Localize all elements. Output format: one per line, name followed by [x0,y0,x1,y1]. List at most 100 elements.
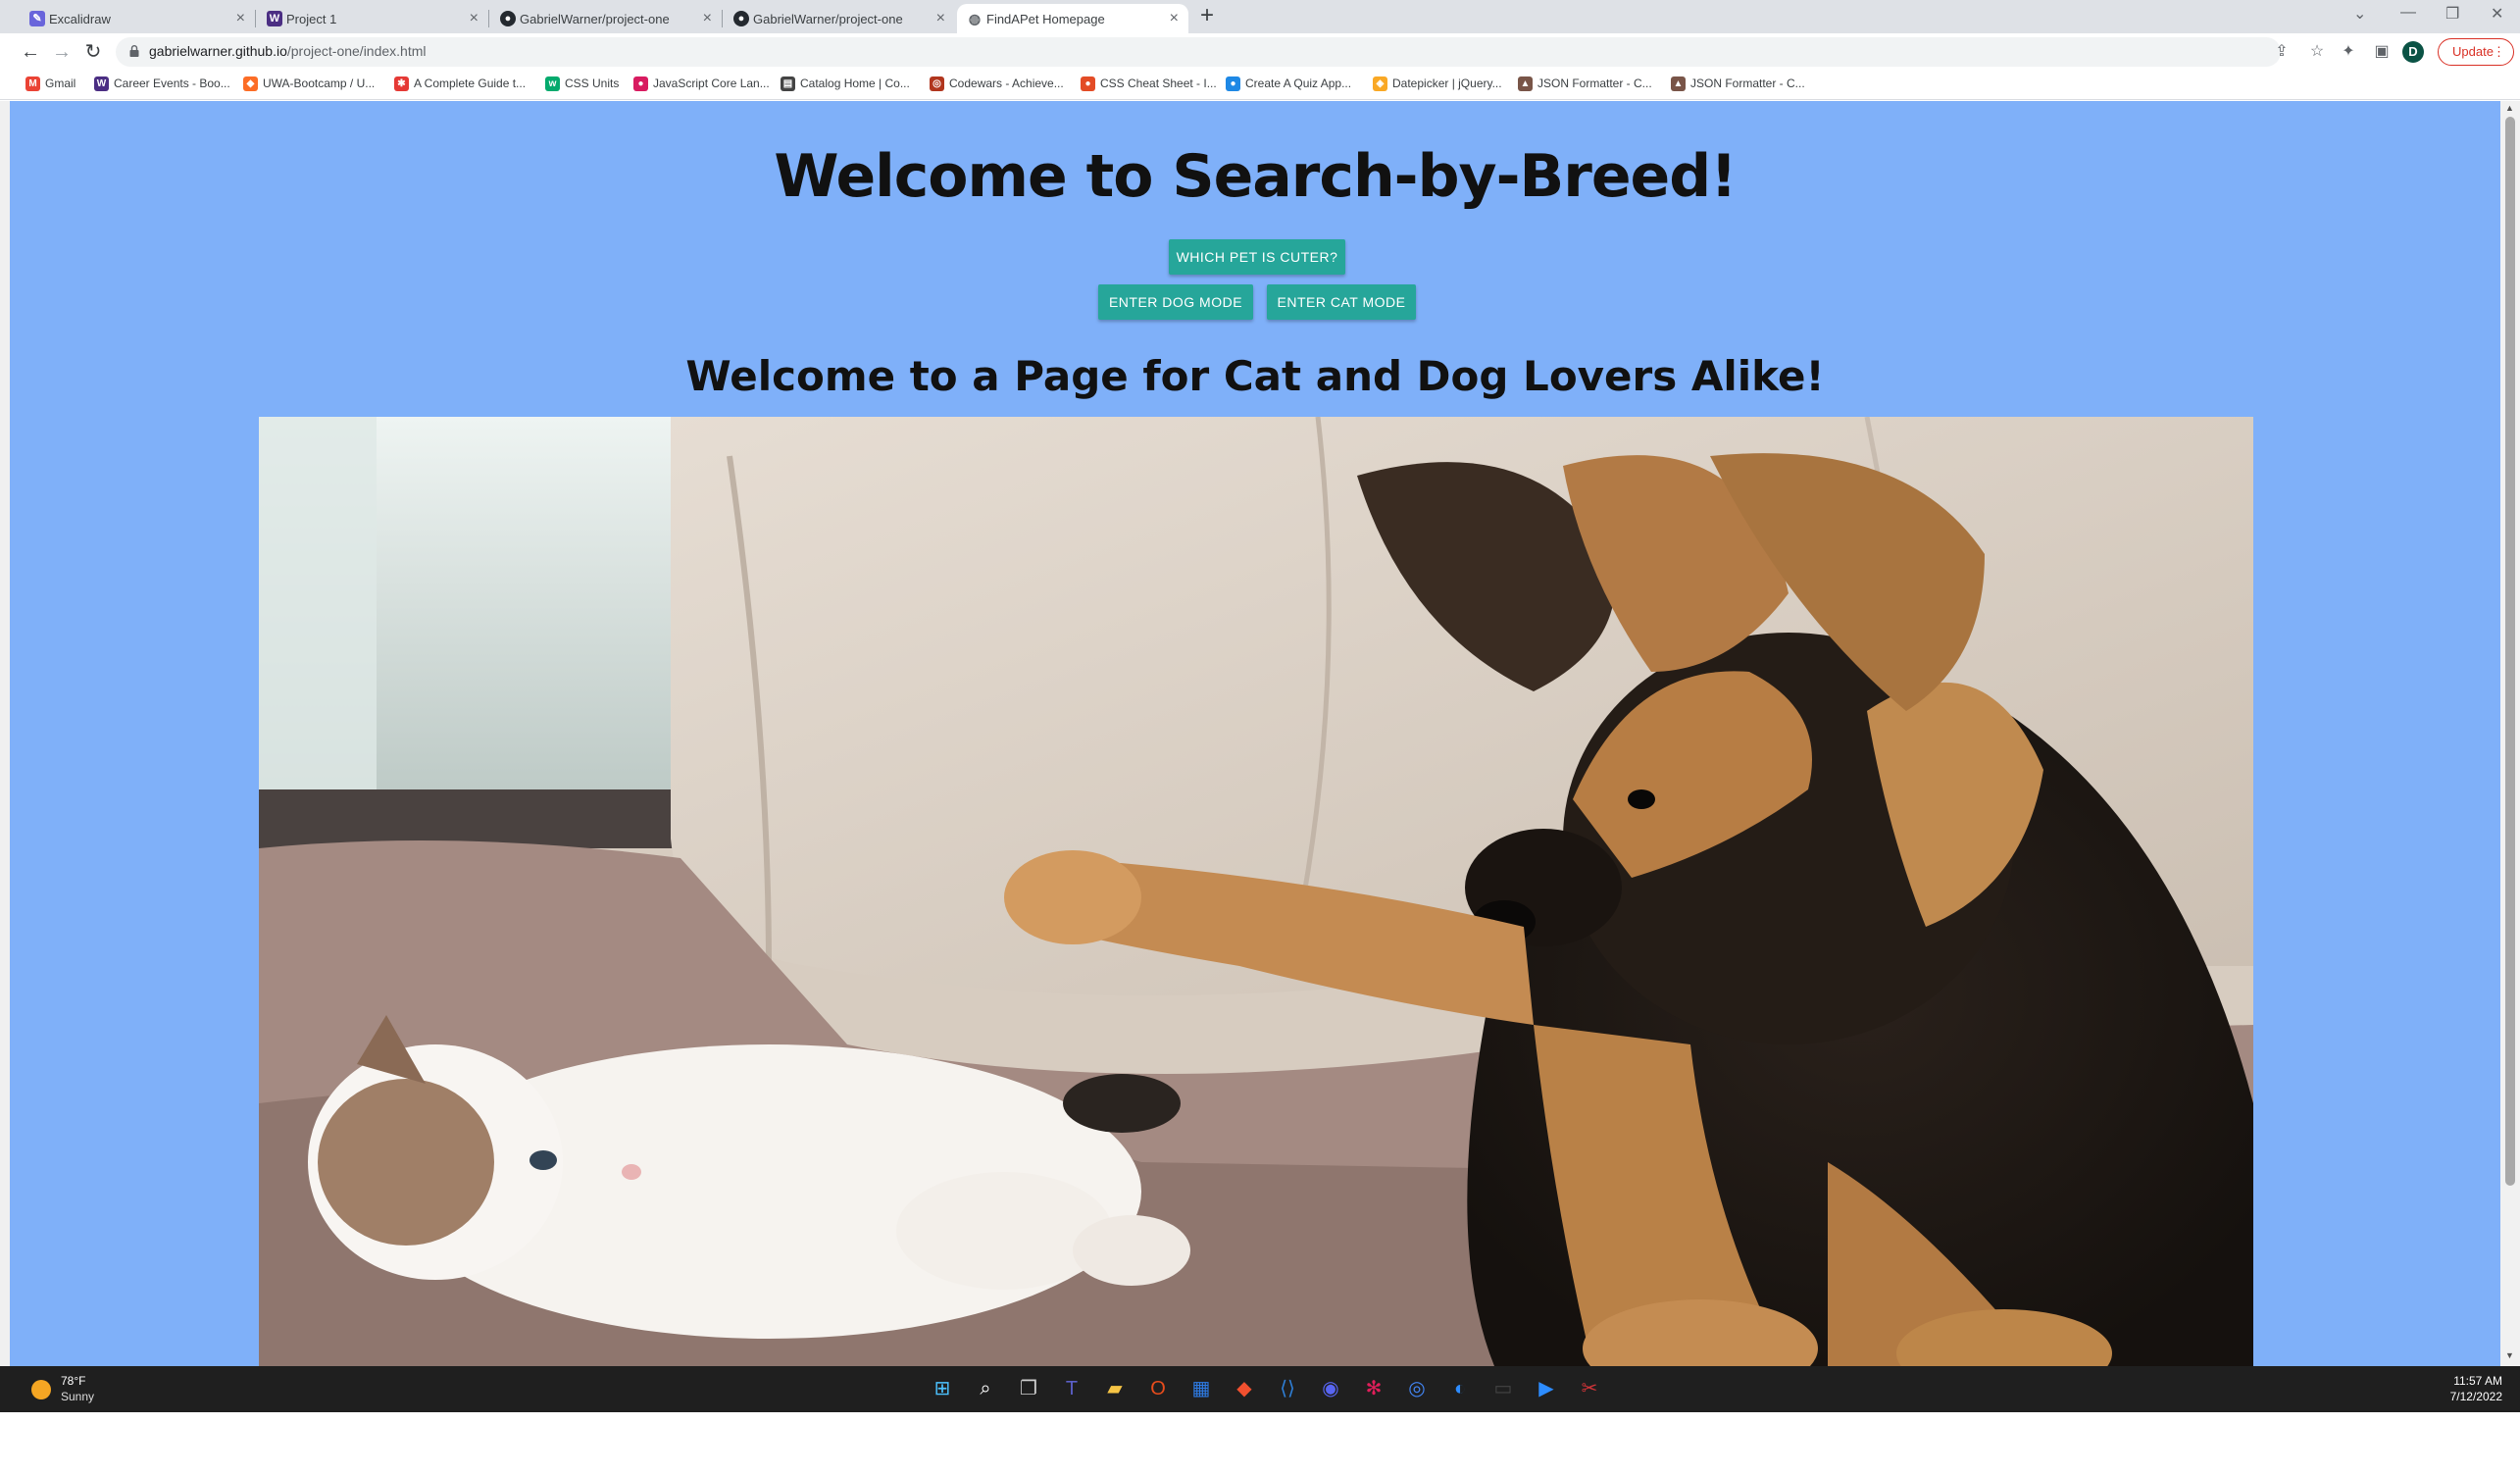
screen: ✎ Excalidraw × W Project 1 × ● GabrielWa… [0,0,2520,1475]
url-path: /project-one/index.html [286,43,427,59]
bookmark-item[interactable]: ▤ Catalog Home | Co... [781,76,910,91]
url-host: gabrielwarner.github.io [149,43,287,59]
bookmark-item[interactable]: ✱ A Complete Guide t... [394,76,527,91]
slack-icon[interactable]: ✻ [1361,1376,1386,1401]
json-icon: ▲ [1671,76,1686,91]
tab-strip: ✎ Excalidraw × W Project 1 × ● GabrielWa… [0,0,2520,33]
forward-icon[interactable]: → [49,39,75,65]
tab-github-1[interactable]: ● GabrielWarner/project-one × [490,4,722,33]
bookmark-label: A Complete Guide t... [414,76,527,90]
tab-separator [488,10,489,27]
close-icon[interactable]: × [236,10,245,27]
bookmark-item[interactable]: ◎ Codewars - Achieve... [930,76,1064,91]
bookmark-item[interactable]: ▲ JSON Formatter - C... [1671,76,1805,91]
bookmark-label: JSON Formatter - C... [1690,76,1805,90]
close-icon[interactable]: × [470,10,479,27]
new-tab-button[interactable]: + [1200,2,1214,29]
bookmark-item[interactable]: ▲ JSON Formatter - C... [1518,76,1652,91]
store-icon[interactable]: ▦ [1188,1376,1214,1401]
zoom-icon[interactable]: ◐ [1447,1376,1473,1401]
file-explorer-icon[interactable]: ▰ [1102,1376,1128,1401]
tab-separator [255,10,256,27]
bookmark-item[interactable]: ◆ UWA-Bootcamp / U... [243,76,376,91]
close-icon[interactable]: × [936,10,945,27]
bookmark-item[interactable]: ● CSS Cheat Sheet - I... [1081,76,1217,91]
css-icon: ● [1081,76,1095,91]
excalidraw-icon: ✎ [29,11,45,26]
bookmark-item[interactable]: ● Create A Quiz App... [1226,76,1351,91]
reload-icon[interactable]: ↻ [80,39,106,65]
tab-github-2[interactable]: ● GabrielWarner/project-one × [724,4,955,33]
task-view-icon[interactable]: ❐ [1016,1376,1041,1401]
clock-date[interactable]: 7/12/2022 [2450,1390,2502,1403]
w-logo-icon: W [94,76,109,91]
office-icon[interactable]: O [1145,1376,1171,1401]
hero-image-kitten-and-puppy [259,417,2253,1366]
profile-avatar[interactable]: D [2402,41,2424,63]
chrome-icon[interactable]: ◎ [1404,1376,1430,1401]
github-icon: ● [733,11,749,26]
tab-project-1[interactable]: W Project 1 × [257,4,488,33]
star-icon[interactable]: ☆ [2306,41,2328,63]
close-icon[interactable]: × [1170,10,1179,27]
bookmark-label: UWA-Bootcamp / U... [263,76,376,90]
sun-icon[interactable] [31,1380,51,1399]
bookmarks-bar: M Gmail W Career Events - Boo... ◆ UWA-Bootca… [0,71,2520,100]
bookmark-item[interactable]: ● JavaScript Core Lan... [633,76,770,91]
terminal-icon[interactable]: ▭ [1490,1376,1516,1401]
scroll-thumb[interactable] [2505,117,2515,1186]
gmail-icon: M [25,76,40,91]
start-icon[interactable]: ⊞ [930,1376,955,1401]
address-bar[interactable]: gabrielwarner.github.io/project-one/inde… [116,37,2324,67]
side-panel-icon[interactable]: ▣ [2371,41,2393,63]
bookmark-item[interactable]: M Gmail [25,76,76,91]
close-icon[interactable]: × [703,10,712,27]
bookmark-item[interactable]: w CSS Units [545,76,619,91]
weather-temperature[interactable]: 78°F [61,1374,85,1388]
tab-findapet[interactable]: ◍ FindAPet Homepage × [957,4,1188,33]
kitten-and-puppy-photo [259,417,2253,1366]
github-icon: ● [500,11,516,26]
close-window-icon[interactable]: ✕ [2491,4,2503,24]
bookmark-item[interactable]: ◈ Datepicker | jQuery... [1373,76,1502,91]
scroll-up-icon[interactable]: ▲ [2505,103,2514,113]
extensions-icon[interactable]: ✦ [2338,41,2359,63]
url-text[interactable]: gabrielwarner.github.io/project-one/inde… [149,43,427,59]
zoom-meetings-icon[interactable]: ▶ [1534,1376,1559,1401]
snipping-tool-icon[interactable]: ✂ [1577,1376,1602,1401]
weather-description[interactable]: Sunny [61,1390,94,1403]
back-icon[interactable]: ← [18,39,43,65]
more-icon: ⋮ [2493,44,2505,59]
bookmark-label: JSON Formatter - C... [1537,76,1652,90]
tab-excalidraw[interactable]: ✎ Excalidraw × [20,4,255,33]
page-viewport: Welcome to Search-by-Breed! Which pet is… [10,101,2500,1366]
tab-search-icon[interactable]: ⌄ [2353,4,2366,24]
blank-area [0,1412,2520,1475]
git-icon[interactable]: ◆ [1232,1376,1257,1401]
which-pet-cuter-button[interactable]: Which pet is cuter? [1169,239,1345,275]
clock-time[interactable]: 11:57 AM [2453,1374,2502,1388]
bookmark-label: Career Events - Boo... [114,76,230,90]
bookmark-label: Datepicker | jQuery... [1392,76,1502,90]
update-button[interactable]: Update ⋮ [2438,38,2514,66]
vertical-scrollbar[interactable]: ▲ ▼ [2500,101,2520,1366]
restore-icon[interactable]: ❐ [2445,4,2459,24]
bookmark-label: CSS Cheat Sheet - I... [1100,76,1217,90]
catalog-icon: ▤ [781,76,795,91]
bookmark-label: JavaScript Core Lan... [653,76,770,90]
vscode-icon[interactable]: ⟨⟩ [1275,1376,1300,1401]
enter-cat-mode-button[interactable]: Enter Cat Mode [1267,284,1416,320]
bookmark-label: Codewars - Achieve... [949,76,1064,90]
globe-icon: ◍ [968,11,982,26]
js-icon: ● [633,76,648,91]
minimize-icon[interactable]: — [2400,4,2416,22]
enter-dog-mode-button[interactable]: Enter Dog Mode [1098,284,1253,320]
update-label: Update [2452,44,2494,59]
bookmark-item[interactable]: W Career Events - Boo... [94,76,230,91]
teams-icon[interactable]: T [1059,1376,1084,1401]
scroll-down-icon[interactable]: ▼ [2505,1350,2514,1360]
codewars-icon: ◎ [930,76,944,91]
search-icon[interactable]: ⌕ [973,1376,998,1401]
discord-icon[interactable]: ◉ [1318,1376,1343,1401]
share-icon[interactable]: ⇪ [2271,41,2293,63]
